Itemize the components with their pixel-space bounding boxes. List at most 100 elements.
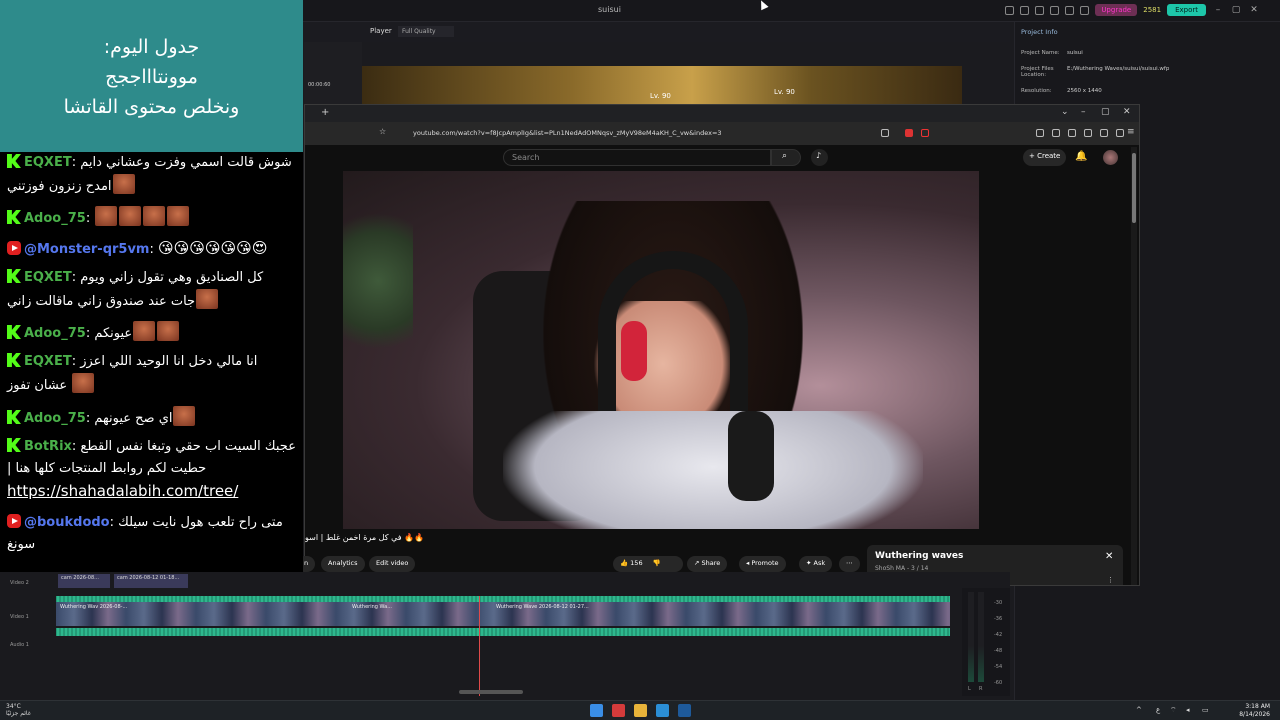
profile-icon[interactable] <box>1100 129 1108 137</box>
layout-icon[interactable] <box>1005 5 1015 15</box>
menu-icon[interactable]: ≡ <box>1127 127 1135 137</box>
ask-icon: ✦ <box>806 559 814 567</box>
chat-message: Adoo_75: عيونكم <box>7 321 299 345</box>
export-button[interactable]: Export <box>1167 4 1206 16</box>
track-label: Audio 1 <box>10 642 29 648</box>
project-name-row: Project Name: suisui <box>1021 50 1083 56</box>
extension-icon[interactable] <box>1052 129 1060 137</box>
search-input[interactable]: Search <box>503 149 771 166</box>
new-tab-icon[interactable]: + <box>321 107 329 118</box>
scrollbar-thumb[interactable] <box>1132 153 1136 223</box>
close-icon[interactable]: ✕ <box>1248 5 1260 15</box>
url-field[interactable]: youtube.com/watch?v=f8JcpAmplIg&list=PLn… <box>397 126 957 141</box>
template-icon[interactable] <box>1035 5 1045 15</box>
address-bar: ☆ youtube.com/watch?v=f8JcpAmplIg&list=P… <box>305 122 1139 145</box>
bookmark-icon[interactable]: ☆ <box>379 127 386 136</box>
timeline-clip[interactable]: cam 2026-08-12 01-18... <box>114 574 188 588</box>
more-actions-icon[interactable]: ⋯ <box>839 556 860 572</box>
timeline-scrollbar[interactable] <box>459 690 523 694</box>
chat-message: @Monster-qr5vm: 😘😘😘😘😘😘😍 <box>7 237 299 261</box>
cast-icon[interactable] <box>881 129 889 137</box>
volume-icon[interactable]: ◂ <box>1186 706 1190 714</box>
video-player[interactable] <box>343 171 979 529</box>
battery-icon[interactable]: ▭ <box>1202 706 1209 714</box>
chat-link[interactable]: https://shahadalabih.com/tree/ <box>7 482 238 500</box>
extensions-icon[interactable] <box>1116 129 1124 137</box>
chat-text: 😘😘😘😘😘😘😍 <box>158 239 268 257</box>
timeline-clip[interactable]: cam 2026-08... <box>58 574 110 588</box>
minimize-icon[interactable]: – <box>1212 5 1224 15</box>
project-info-header[interactable]: Project Info <box>1021 28 1058 36</box>
mic-button[interactable]: ♪ <box>811 149 828 166</box>
db-label: -42 <box>994 632 1003 638</box>
cloud-icon[interactable] <box>1065 5 1075 15</box>
kick-icon <box>7 325 21 339</box>
language-indicator[interactable]: ع <box>1156 706 1160 714</box>
chat-username: Adoo_75 <box>24 326 86 341</box>
file-explorer-icon[interactable] <box>634 704 647 717</box>
chat-message: Adoo_75: اي صح عيونهم <box>7 406 299 430</box>
analytics-button[interactable]: Analytics <box>321 556 365 572</box>
schedule-line: جدول اليوم: <box>103 36 200 58</box>
chat-message: EQXET: كل الصناديق وهي تقول زاني ويوم جا… <box>7 269 264 309</box>
promote-button[interactable]: ◂ Promote <box>739 556 786 572</box>
ask-button[interactable]: ✦ Ask <box>799 556 833 572</box>
browser-app-icon[interactable] <box>612 704 625 717</box>
playhead[interactable] <box>479 596 480 696</box>
editor-toolbar: Upgrade 2581 Export – ▢ ✕ <box>1005 4 1260 16</box>
start-icon[interactable] <box>590 704 603 717</box>
sidebar-icon[interactable] <box>1068 129 1076 137</box>
chat-text: امدح زنزون فوزتني <box>7 179 112 194</box>
chat-text: سونغ <box>7 537 36 552</box>
bell-icon[interactable]: 🔔 <box>1075 151 1087 162</box>
video-headset-accent <box>621 321 647 381</box>
clip-label: Wuthering Wave 2026-08-12 01-27... <box>496 604 589 610</box>
tab-search-icon[interactable]: ⌄ <box>1061 107 1069 117</box>
taskbar: 34°C غائم جزئيًا ^ ع ⌔ ◂ ▭ 3:18 AM 8/14/… <box>0 700 1280 720</box>
chat-text: متى راح تلعب هول نايت سيلك <box>118 515 283 530</box>
close-playlist-icon[interactable]: ✕ <box>1105 551 1113 562</box>
clip-label: Wuthering Wa... <box>352 604 392 610</box>
extension-icon[interactable] <box>1036 129 1044 137</box>
send-icon[interactable] <box>1020 5 1030 15</box>
app-icon[interactable] <box>678 704 691 717</box>
avatar[interactable] <box>1103 150 1118 165</box>
playlist-menu-icon[interactable]: ⋮ <box>1107 576 1114 584</box>
emote-icon <box>95 206 118 226</box>
like-button[interactable]: 👍 156 👎 <box>613 556 683 572</box>
wifi-icon[interactable]: ⌔ <box>1170 706 1177 715</box>
track-label: Video 1 <box>10 614 29 620</box>
maximize-icon[interactable]: ▢ <box>1101 107 1110 117</box>
clock[interactable]: 3:18 AM 8/14/2026 <box>1239 703 1270 719</box>
page-scrollbar[interactable] <box>1131 147 1137 585</box>
extension-icon[interactable] <box>1084 129 1092 137</box>
maximize-icon[interactable]: ▢ <box>1230 5 1242 15</box>
steam-icon[interactable] <box>656 704 669 717</box>
playlist-title[interactable]: Wuthering waves <box>875 551 963 561</box>
clock-date: 8/14/2026 <box>1239 711 1270 718</box>
playlist-subtitle: ShoSh MA - 3 / 14 <box>875 565 929 572</box>
chat-text: شوش قالت اسمي وفزت وعشاني دايم <box>80 155 292 170</box>
edit-video-button[interactable]: Edit video <box>369 556 416 572</box>
meter-channel-label: R <box>979 686 983 692</box>
tray-chevron-icon[interactable]: ^ <box>1136 706 1142 714</box>
extension-icon[interactable] <box>905 129 913 137</box>
chat-username: BotRix <box>24 439 72 454</box>
search-button[interactable]: ⌕ <box>771 149 801 166</box>
emote-icon <box>119 206 142 226</box>
quality-select[interactable]: Full Quality <box>398 26 454 37</box>
share-button[interactable]: ↗ Share <box>687 556 728 572</box>
create-button[interactable]: + Create <box>1023 149 1067 166</box>
close-icon[interactable]: ✕ <box>1123 107 1131 117</box>
save-icon[interactable] <box>1050 5 1060 15</box>
minimize-icon[interactable]: – <box>1081 107 1086 117</box>
media-panel: 00:00:60 <box>304 42 362 106</box>
upgrade-button[interactable]: Upgrade <box>1095 4 1138 16</box>
video-track-clips[interactable]: Wuthering Wav 2026-08-... Wuthering Wa..… <box>56 602 950 626</box>
weather-widget[interactable]: 34°C غائم جزئيًا <box>6 703 31 717</box>
extension-icon[interactable] <box>921 129 929 137</box>
thumbs-down-icon[interactable]: 👎 <box>653 559 661 567</box>
chat-username: Adoo_75 <box>24 211 86 226</box>
settings-icon[interactable] <box>1080 5 1090 15</box>
chat-message: @boukdodo: متى راح تلعب هول نايت سيلك سو… <box>7 514 283 552</box>
